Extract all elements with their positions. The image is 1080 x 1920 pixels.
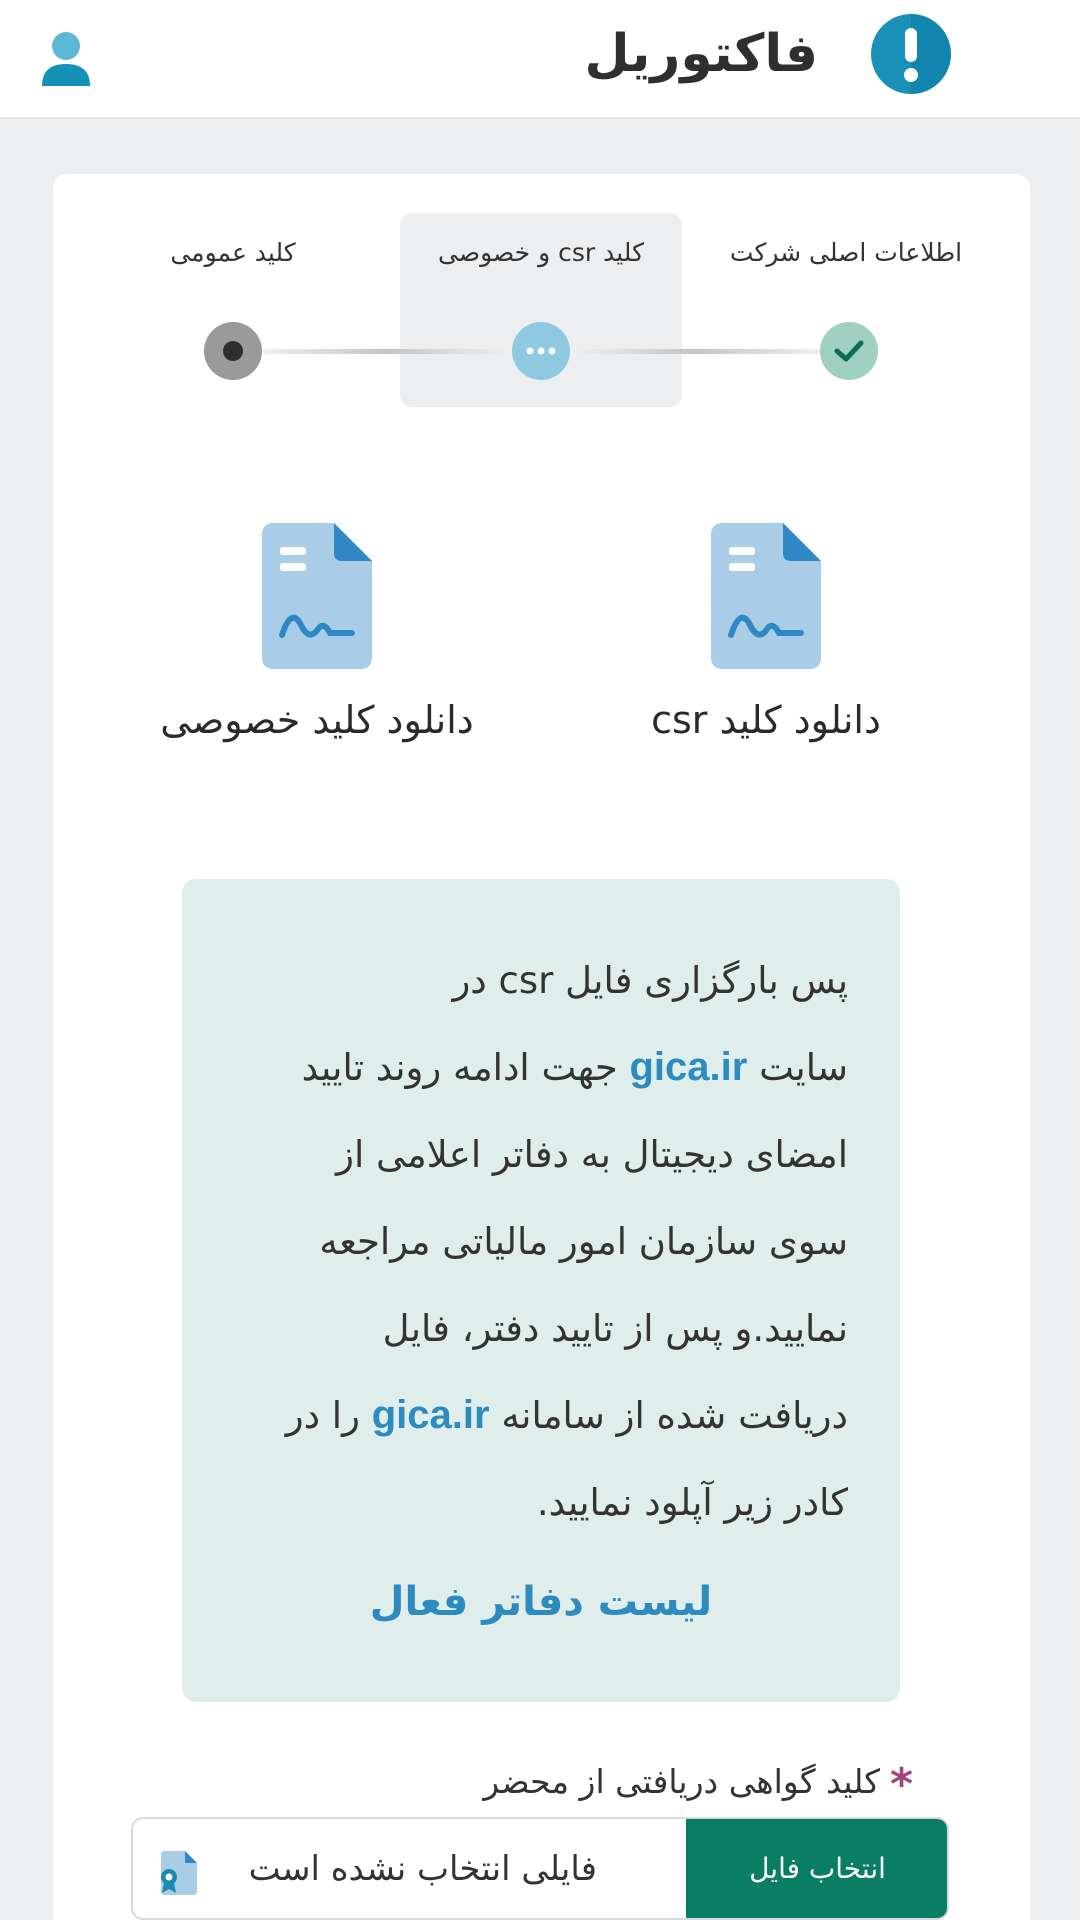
step-label-csr-private[interactable]: کلید csr و خصوصی <box>438 238 644 267</box>
pending-dot-icon <box>223 341 243 361</box>
step-label-company-info[interactable]: اطلاعات اصلی شرکت <box>730 238 962 267</box>
stepper-connector <box>262 349 512 354</box>
info-line: دریافت شده از سامانه gica.ir را در <box>285 1393 848 1437</box>
user-icon[interactable] <box>40 30 92 86</box>
info-text: پس بارگزاری فایل csr در سایت gica.ir جهت… <box>228 937 848 1546</box>
certificate-field-label: *کلید گواهی دریافتی از محضر <box>483 1759 913 1810</box>
check-icon <box>834 340 864 362</box>
step-pending-indicator[interactable] <box>204 322 262 380</box>
info-line: امضای دیجیتال به دفاتر اعلامی از <box>336 1133 848 1176</box>
gica-link[interactable]: gica.ir <box>372 1393 490 1437</box>
stepper-connector <box>570 349 820 354</box>
app-title: فاکتوریل <box>584 24 818 84</box>
step-completed-indicator[interactable] <box>820 322 878 380</box>
info-line: کادر زیر آپلود نمایید. <box>536 1481 848 1524</box>
download-csr-link[interactable]: دانلود کلید csr <box>651 698 881 742</box>
active-offices-link[interactable]: لیست دفاتر فعال <box>182 1579 900 1625</box>
more-dots-icon <box>526 347 556 355</box>
gica-link[interactable]: gica.ir <box>629 1045 747 1089</box>
exclamation-circle-icon <box>871 14 951 94</box>
signed-document-icon[interactable] <box>711 523 821 669</box>
certificate-file-icon <box>161 1851 197 1895</box>
info-line: سوی سازمان امور مالیاتی مراجعه <box>319 1220 848 1263</box>
choose-file-button[interactable]: انتخاب فایل <box>686 1819 947 1918</box>
info-box: پس بارگزاری فایل csr در سایت gica.ir جهت… <box>182 879 900 1702</box>
step-label-public-key[interactable]: کلید عمومی <box>170 238 295 267</box>
step-active-indicator[interactable] <box>512 322 570 380</box>
certificate-file-input[interactable]: انتخاب فایل فایلی انتخاب نشده است <box>131 1817 949 1920</box>
info-line: سایت gica.ir جهت ادامه روند تایید <box>301 1045 848 1089</box>
info-line: پس بارگزاری فایل csr در <box>452 959 848 1002</box>
download-private-key-link[interactable]: دانلود کلید خصوصی <box>160 698 473 742</box>
app-header: فاکتوریل <box>0 0 1080 119</box>
required-mark: * <box>889 1759 913 1810</box>
signed-document-icon[interactable] <box>262 523 372 669</box>
file-status-text: فایلی انتخاب نشده است <box>248 1849 597 1889</box>
info-line: نمایید.و پس از تایید دفتر، فایل <box>382 1307 848 1350</box>
